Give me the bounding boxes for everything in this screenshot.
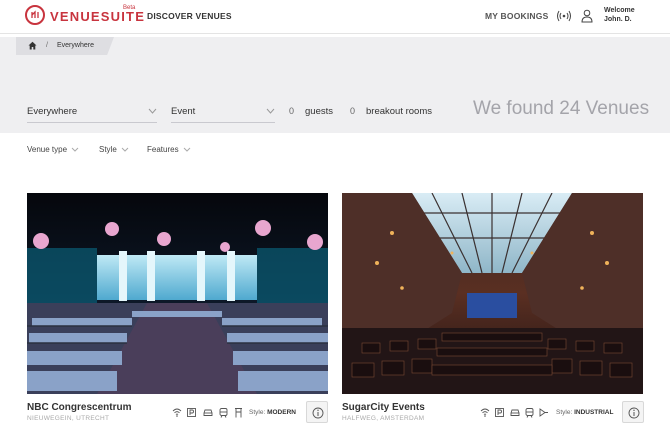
info-icon	[628, 407, 640, 419]
breakout-rooms-label: breakout rooms	[366, 106, 433, 117]
user-name: John. D.	[604, 16, 632, 23]
wifi-icon	[480, 408, 490, 417]
venue-type-filter[interactable]: Venue type	[27, 145, 79, 154]
info-icon	[312, 407, 324, 419]
user-icon[interactable]	[581, 9, 593, 23]
guests-label: guests	[305, 106, 333, 117]
chevron-down-icon	[266, 108, 275, 114]
event-type-select[interactable]: Event	[171, 101, 275, 123]
info-button-nbc[interactable]	[306, 401, 328, 423]
car-icon	[203, 409, 213, 416]
style-value: MODERN	[267, 409, 296, 416]
venue-name-nbc[interactable]: NBC Congrescentrum	[27, 402, 131, 413]
nav-my-bookings[interactable]: MY BOOKINGS	[485, 11, 548, 21]
car-icon	[510, 409, 520, 416]
welcome-text: Welcome	[604, 7, 635, 14]
wifi-icon	[172, 408, 182, 417]
features-label: Features	[147, 145, 179, 154]
location-select[interactable]: Everywhere	[27, 101, 157, 123]
style-label: Style:	[249, 409, 266, 416]
top-header: VENUESUITE Beta DISCOVER VENUES MY BOOKI…	[0, 0, 670, 34]
chevron-down-icon	[148, 108, 157, 114]
style-label: Style:	[556, 409, 573, 416]
parking-icon	[187, 408, 196, 417]
accessible-icon	[235, 408, 242, 418]
breadcrumb-separator: /	[46, 42, 48, 49]
brand-name[interactable]: VENUESUITE	[50, 9, 145, 24]
results-count: We found 24 Venues	[473, 98, 650, 119]
chevron-down-icon	[183, 147, 191, 152]
venue-style-nbc: Style: MODERN	[249, 409, 296, 416]
train-icon	[219, 408, 228, 418]
breadcrumb: / Everywhere	[16, 37, 114, 55]
breakout-rooms-input[interactable]: 0	[350, 106, 355, 116]
venue-photo-sugarcity[interactable]	[342, 193, 643, 394]
guests-input[interactable]: 0	[289, 106, 294, 116]
broadcast-icon[interactable]	[556, 9, 572, 23]
style-label: Style	[99, 145, 117, 154]
chevron-down-icon	[71, 147, 79, 152]
style-value: INDUSTRIAL	[574, 409, 614, 416]
venue-name-sugarcity[interactable]: SugarCity Events	[342, 402, 425, 413]
nav-discover-venues[interactable]: DISCOVER VENUES	[147, 11, 232, 21]
venue-photo-nbc[interactable]	[27, 193, 328, 394]
search-filter-panel: / Everywhere Everywhere Event 0 guests 0…	[0, 37, 670, 133]
location-value: Everywhere	[27, 106, 78, 117]
beta-badge: Beta	[123, 5, 136, 11]
train-icon	[525, 408, 534, 418]
info-button-sugarcity[interactable]	[622, 401, 644, 423]
chevron-down-icon	[121, 147, 129, 152]
venuesuite-logo-icon[interactable]	[25, 5, 45, 25]
home-icon[interactable]	[28, 41, 37, 50]
breadcrumb-current[interactable]: Everywhere	[57, 42, 94, 49]
event-type-value: Event	[171, 106, 196, 117]
venue-style-sugarcity: Style: INDUSTRIAL	[556, 409, 613, 416]
venue-type-label: Venue type	[27, 145, 68, 154]
venue-location-nbc: NIEUWEGEIN, UTRECHT	[27, 415, 110, 422]
projector-icon	[539, 408, 548, 417]
venue-location-sugarcity: HALFWEG, AMSTERDAM	[342, 415, 425, 422]
features-filter[interactable]: Features	[147, 145, 191, 154]
welcome-user[interactable]: Welcome John. D.	[604, 6, 635, 24]
style-filter[interactable]: Style	[99, 145, 129, 154]
parking-icon	[495, 408, 504, 417]
